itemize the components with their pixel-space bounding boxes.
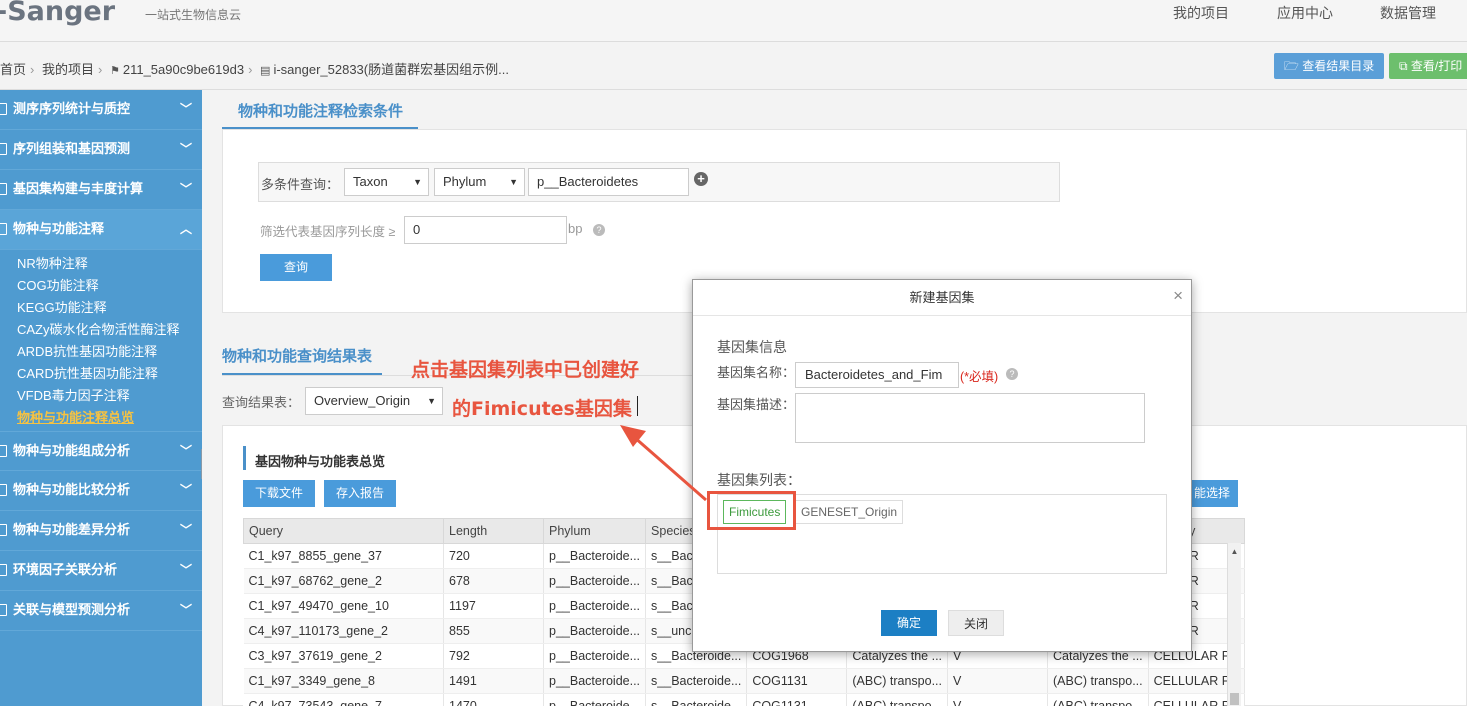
annotation-arrow xyxy=(620,425,707,502)
arrow-shaft xyxy=(633,435,707,502)
